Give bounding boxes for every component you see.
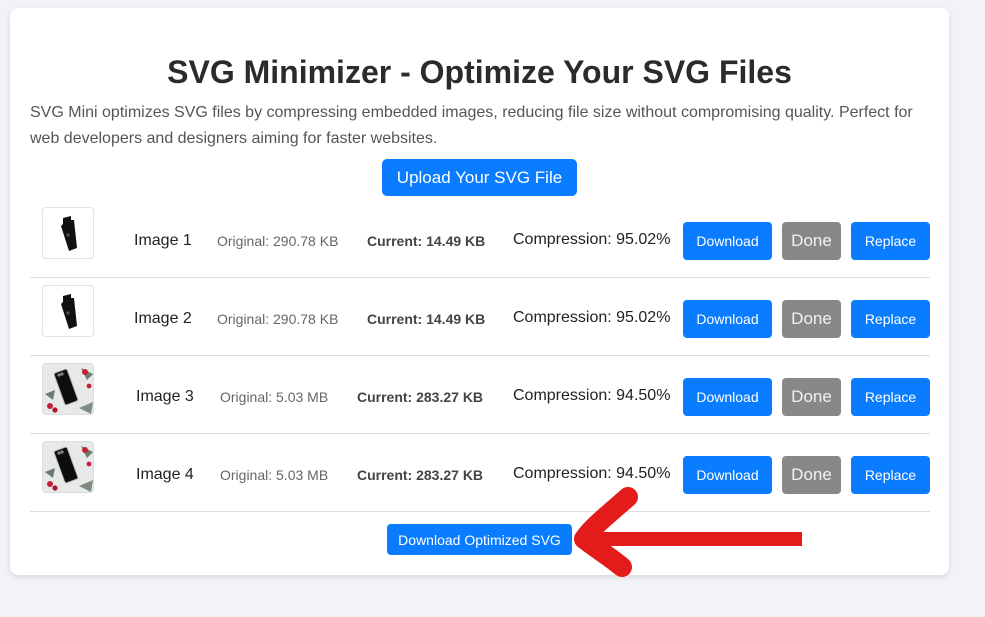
download-button[interactable]: Download xyxy=(683,222,772,260)
current-size: Current: 283.27 KB xyxy=(357,467,484,483)
current-size: Current: 283.27 KB xyxy=(357,389,484,405)
image-name: Image 1 xyxy=(134,232,192,249)
download-optimized-svg-button[interactable]: Download Optimized SVG xyxy=(387,524,572,555)
image-list: Image 1 Original: 290.78 KB Current: 14.… xyxy=(30,200,930,512)
replace-button[interactable]: Replace xyxy=(851,378,930,416)
replace-button[interactable]: Replace xyxy=(851,222,930,260)
page-title: SVG Minimizer - Optimize Your SVG Files xyxy=(167,54,792,90)
original-size: Original: 5.03 MB xyxy=(220,467,329,483)
done-button[interactable]: Done xyxy=(782,378,841,416)
page-description: SVG Mini optimizes SVG files by compress… xyxy=(30,104,913,147)
replace-button[interactable]: Replace xyxy=(851,456,930,494)
image-row: Image 2 Original: 290.78 KB Current: 14.… xyxy=(30,278,930,356)
compression-ratio: Compression: 94.50% xyxy=(513,387,671,404)
image-row: Image 3 Original: 5.03 MB Current: 283.2… xyxy=(30,356,930,434)
current-size: Current: 14.49 KB xyxy=(367,233,486,249)
annotation-arrow-icon xyxy=(574,487,802,577)
phone-photo-icon xyxy=(42,441,94,493)
compression-ratio: Compression: 95.02% xyxy=(513,231,671,248)
compression-ratio: Compression: 94.50% xyxy=(513,465,671,482)
image-name: Image 3 xyxy=(136,388,194,405)
done-button[interactable]: Done xyxy=(782,300,841,338)
phone-case-icon xyxy=(42,285,94,337)
done-button[interactable]: Done xyxy=(782,222,841,260)
phone-photo-icon xyxy=(42,363,94,415)
image-name: Image 2 xyxy=(134,310,192,327)
download-button[interactable]: Download xyxy=(683,378,772,416)
image-name: Image 4 xyxy=(136,466,194,483)
original-size: Original: 290.78 KB xyxy=(217,311,339,327)
original-size: Original: 5.03 MB xyxy=(220,389,329,405)
download-button[interactable]: Download xyxy=(683,300,772,338)
upload-svg-button[interactable]: Upload Your SVG File xyxy=(382,159,577,196)
compression-ratio: Compression: 95.02% xyxy=(513,309,671,326)
replace-button[interactable]: Replace xyxy=(851,300,930,338)
current-size: Current: 14.49 KB xyxy=(367,311,486,327)
image-row: Image 1 Original: 290.78 KB Current: 14.… xyxy=(30,200,930,278)
phone-case-icon xyxy=(42,207,94,259)
original-size: Original: 290.78 KB xyxy=(217,233,339,249)
